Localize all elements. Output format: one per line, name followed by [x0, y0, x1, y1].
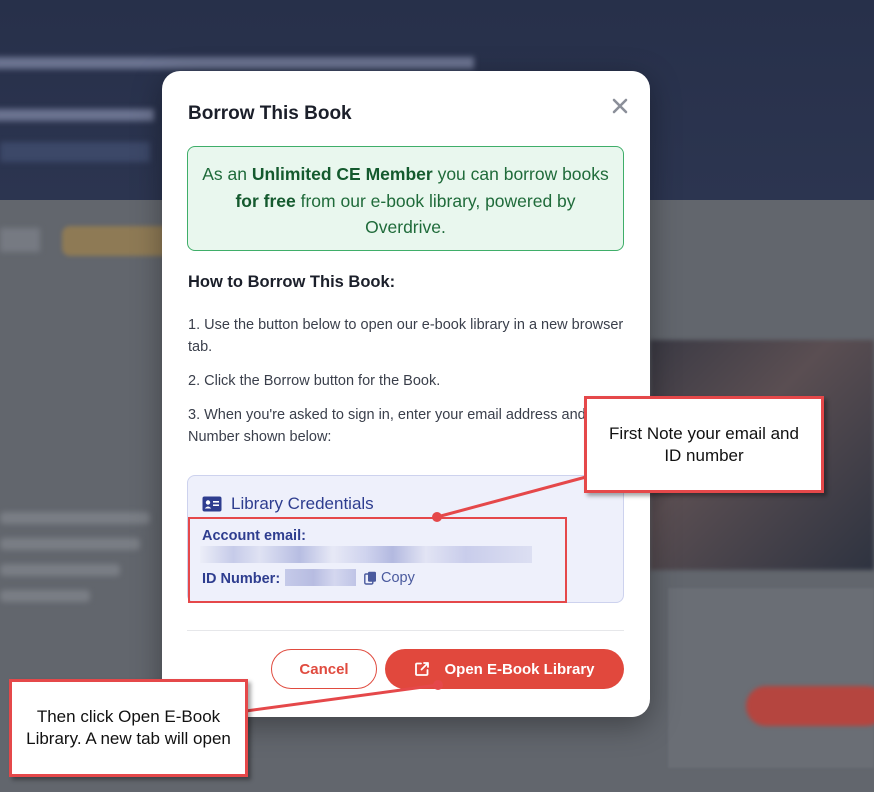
info-member-text: Unlimited CE Member	[251, 164, 433, 184]
modal-title: Borrow This Book	[188, 103, 352, 124]
background-meta-blur	[0, 142, 150, 162]
credentials-title: Library Credentials	[231, 494, 374, 513]
background-tab-blur	[0, 228, 40, 252]
external-link-icon	[415, 662, 430, 676]
callout-note-email: First Note your email and ID number	[584, 396, 824, 493]
credentials-highlight-box	[188, 517, 567, 603]
info-text-suffix: from our e-book library, powered by Over…	[295, 190, 576, 238]
background-subtitle-blur: ▬▬▬▬	[0, 86, 154, 130]
step-2: 2. Click the Borrow button for the Book.	[188, 373, 441, 389]
credentials-header: Library Credentials	[202, 494, 374, 514]
close-button[interactable]	[609, 95, 631, 117]
howto-title: How to Borrow This Book:	[188, 273, 396, 291]
background-text-line	[0, 538, 140, 550]
background-pill-blur	[62, 226, 172, 256]
step-1: 1. Use the button below to open our e-bo…	[188, 317, 624, 355]
id-card-icon	[202, 496, 222, 512]
open-ebook-library-label: Open E-Book Library	[444, 660, 595, 678]
background-button-blur	[746, 686, 874, 726]
open-ebook-library-button[interactable]: Open E-Book Library	[385, 649, 624, 689]
cancel-button[interactable]: Cancel	[271, 649, 377, 689]
info-free-text: for free	[235, 190, 296, 211]
callout-note-open-library: Then click Open E-Book Library. A new ta…	[9, 679, 248, 777]
info-text-middle: you can borrow books	[432, 164, 609, 184]
borrow-modal: Borrow This Book As an Unlimited CE Memb…	[162, 71, 650, 717]
member-info-box: As an Unlimited CE Member you can borrow…	[187, 146, 624, 251]
info-text-prefix: As an	[202, 164, 252, 184]
background-text-line	[0, 564, 120, 576]
background-text-line	[0, 512, 150, 524]
background-card	[668, 588, 874, 768]
step-3: 3. When you're asked to sign in, enter y…	[188, 407, 605, 445]
background-text-line	[0, 590, 90, 602]
close-icon	[612, 98, 628, 114]
footer-divider	[187, 630, 624, 631]
